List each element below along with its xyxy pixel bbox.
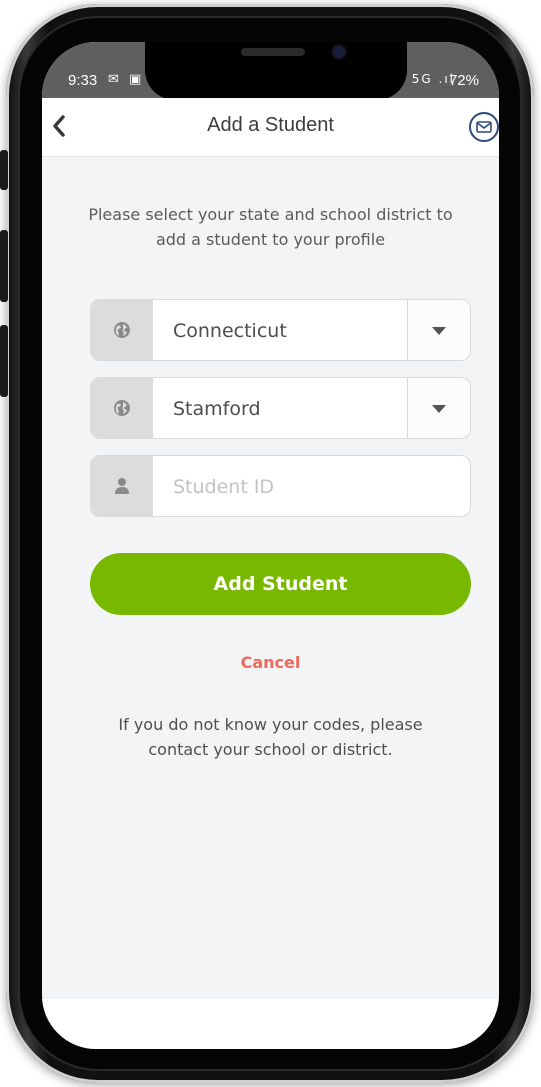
- state-icon-box: [91, 300, 153, 360]
- student-id-placeholder: Student ID: [173, 476, 275, 498]
- globe-icon: [114, 400, 130, 416]
- speaker-grille: [241, 48, 305, 56]
- page-title: Add a Student: [207, 114, 334, 136]
- student-id-field[interactable]: Student ID: [90, 455, 471, 517]
- front-camera: [331, 44, 347, 60]
- phone-volume-up-button: [0, 230, 8, 302]
- status-time: 9:33: [68, 72, 98, 89]
- battery-level: 72%: [448, 72, 479, 89]
- app-screen: 9:33 ✉ ▣ ♁ ⏰ ✕ ⇡ 5G .ıl 72% Add a Studen…: [42, 42, 499, 1049]
- add-student-button[interactable]: Add Student: [90, 553, 471, 615]
- state-select[interactable]: Connecticut: [90, 299, 471, 361]
- messages-button[interactable]: [469, 112, 499, 142]
- globe-icon: [114, 322, 130, 338]
- envelope-icon: [476, 121, 492, 133]
- district-icon-box: [91, 378, 153, 438]
- district-select[interactable]: Stamford: [90, 377, 471, 439]
- person-icon: [115, 478, 129, 494]
- caret-down-icon: [432, 327, 446, 335]
- intro-text: Please select your state and school dist…: [88, 205, 453, 249]
- help-text: If you do not know your codes, please co…: [118, 715, 423, 759]
- state-dropdown-toggle[interactable]: [407, 300, 470, 360]
- app-header: Add a Student: [42, 98, 499, 157]
- phone-volume-down-button: [0, 325, 8, 397]
- phone-side-button-top: [0, 150, 8, 190]
- bottom-safe-area: [42, 999, 499, 1049]
- district-dropdown-toggle[interactable]: [407, 378, 470, 438]
- cancel-link[interactable]: Cancel: [42, 653, 499, 672]
- caret-down-icon: [432, 405, 446, 413]
- state-value: Connecticut: [173, 320, 287, 342]
- phone-notch: [145, 42, 407, 100]
- student-id-icon-box: [91, 456, 153, 516]
- district-value: Stamford: [173, 398, 261, 420]
